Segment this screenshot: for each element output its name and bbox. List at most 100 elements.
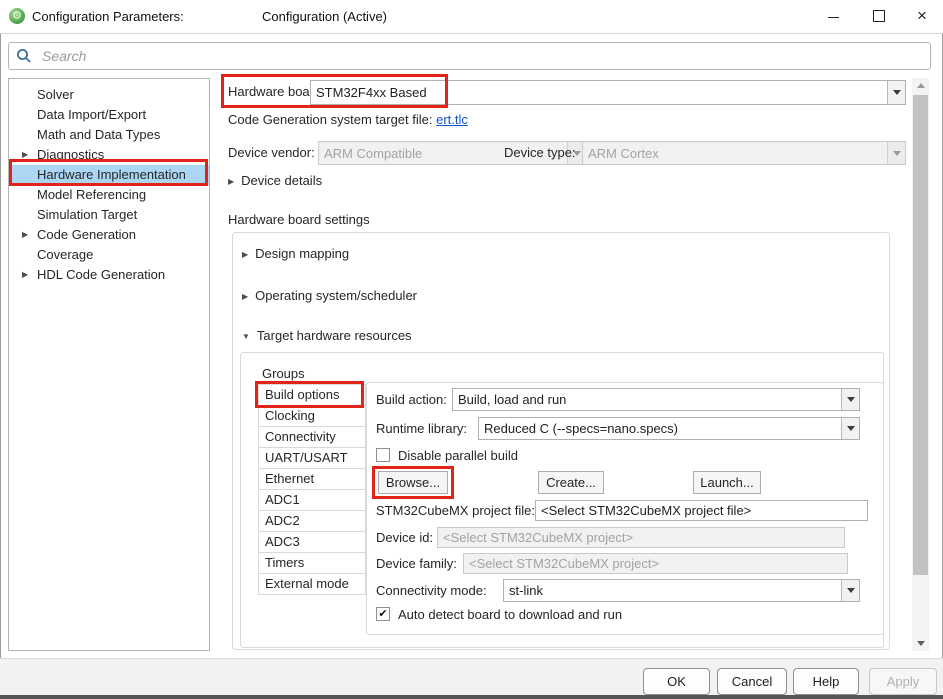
expand-arrow-icon[interactable]: ▶ bbox=[22, 225, 28, 245]
apply-button[interactable]: Apply bbox=[869, 668, 937, 695]
sidebar-item-code-generation[interactable]: ▶ Code Generation bbox=[9, 225, 209, 245]
dropdown-arrow-icon[interactable] bbox=[841, 389, 859, 410]
dropdown-arrow-icon bbox=[887, 142, 905, 164]
group-item-adc2[interactable]: ADC2 bbox=[259, 511, 365, 532]
design-mapping-expander[interactable]: ▶Design mapping bbox=[242, 246, 349, 261]
create-button[interactable]: Create... bbox=[538, 471, 604, 494]
group-item-connectivity[interactable]: Connectivity bbox=[259, 427, 365, 448]
vertical-scrollbar[interactable] bbox=[912, 78, 929, 651]
sidebar-item-model-referencing[interactable]: Model Referencing bbox=[9, 185, 209, 205]
search-input[interactable] bbox=[40, 47, 930, 65]
dropdown-arrow-icon[interactable] bbox=[841, 418, 859, 439]
target-file-line: Code Generation system target file: ert.… bbox=[228, 112, 468, 127]
maximize-icon bbox=[873, 10, 885, 22]
build-action-label: Build action: bbox=[376, 392, 447, 407]
group-item-timers[interactable]: Timers bbox=[259, 553, 365, 574]
sidebar-item-solver[interactable]: Solver bbox=[9, 85, 209, 105]
device-id-field: <Select STM32CubeMX project> bbox=[437, 527, 845, 548]
sidebar-item-diagnostics[interactable]: ▶ Diagnostics bbox=[9, 145, 209, 165]
search-icon bbox=[16, 48, 32, 64]
device-family-field: <Select STM32CubeMX project> bbox=[463, 553, 848, 574]
window-bottom-edge bbox=[0, 695, 943, 699]
sidebar-item-label: Math and Data Types bbox=[37, 127, 160, 142]
sidebar-item-label: Hardware Implementation bbox=[37, 167, 186, 182]
configuration-parameters-dialog: ⚙ Configuration Parameters: Configuratio… bbox=[0, 0, 943, 699]
dropdown-arrow-icon[interactable] bbox=[887, 81, 905, 104]
group-item-clocking[interactable]: Clocking bbox=[259, 406, 365, 427]
window-title-suffix: Configuration (Active) bbox=[262, 9, 387, 24]
expand-arrow-icon[interactable]: ▶ bbox=[22, 145, 28, 165]
device-type-label: Device type: bbox=[504, 145, 576, 160]
group-item-build-options[interactable]: Build options bbox=[259, 385, 365, 406]
connectivity-mode-label: Connectivity mode: bbox=[376, 583, 487, 598]
collapse-arrow-icon: ▼ bbox=[242, 332, 250, 341]
operating-system-scheduler-expander[interactable]: ▶Operating system/scheduler bbox=[242, 288, 417, 303]
project-file-label: STM32CubeMX project file: bbox=[376, 503, 535, 518]
sidebar-item-label: Diagnostics bbox=[37, 147, 104, 162]
sidebar-item-label: Code Generation bbox=[37, 227, 136, 242]
disable-parallel-build-label: Disable parallel build bbox=[398, 448, 518, 463]
sidebar-item-label: Model Referencing bbox=[37, 187, 146, 202]
sidebar-item-simulation-target[interactable]: Simulation Target bbox=[9, 205, 209, 225]
group-item-ethernet[interactable]: Ethernet bbox=[259, 469, 365, 490]
auto-detect-label: Auto detect board to download and run bbox=[398, 607, 622, 622]
maximize-button[interactable] bbox=[856, 0, 902, 32]
close-button[interactable]: × bbox=[902, 0, 942, 32]
scroll-up-icon bbox=[917, 83, 925, 88]
device-type-value: ARM Cortex bbox=[583, 146, 887, 161]
title-bar: ⚙ Configuration Parameters: Configuratio… bbox=[0, 0, 943, 34]
target-file-label: Code Generation system target file: bbox=[228, 112, 433, 127]
scroll-down-button[interactable] bbox=[912, 636, 929, 651]
sidebar-item-hdl-code-generation[interactable]: ▶ HDL Code Generation bbox=[9, 265, 209, 285]
sidebar-item-hardware-implementation[interactable]: Hardware Implementation bbox=[9, 165, 209, 185]
group-item-uart-usart[interactable]: UART/USART bbox=[259, 448, 365, 469]
project-file-input[interactable]: <Select STM32CubeMX project file> bbox=[535, 500, 868, 521]
hardware-board-settings-title: Hardware board settings bbox=[228, 212, 370, 227]
runtime-library-combo[interactable]: Reduced C (--specs=nano.specs) bbox=[478, 417, 860, 440]
device-family-label: Device family: bbox=[376, 556, 457, 571]
scroll-up-button[interactable] bbox=[912, 78, 929, 93]
disable-parallel-build-checkbox[interactable] bbox=[376, 448, 390, 462]
device-type-combo: ARM Cortex bbox=[582, 141, 906, 165]
help-button[interactable]: Help bbox=[793, 668, 859, 695]
device-details-expander[interactable]: ▶Device details bbox=[228, 173, 322, 188]
group-item-adc3[interactable]: ADC3 bbox=[259, 532, 365, 553]
sidebar-item-label: Coverage bbox=[37, 247, 93, 262]
device-vendor-label: Device vendor: bbox=[228, 145, 315, 160]
hardware-board-combo[interactable]: STM32F4xx Based bbox=[310, 80, 906, 105]
build-action-combo[interactable]: Build, load and run bbox=[452, 388, 860, 411]
dropdown-arrow-icon[interactable] bbox=[841, 580, 859, 601]
runtime-library-value: Reduced C (--specs=nano.specs) bbox=[479, 421, 841, 436]
target-file-link[interactable]: ert.tlc bbox=[436, 112, 468, 127]
launch-button[interactable]: Launch... bbox=[693, 471, 761, 494]
group-item-external-mode[interactable]: External mode bbox=[259, 574, 365, 594]
browse-button[interactable]: Browse... bbox=[378, 471, 448, 494]
checkmark-icon: ✔ bbox=[378, 608, 387, 620]
device-id-label: Device id: bbox=[376, 530, 433, 545]
groups-list: Build options Clocking Connectivity UART… bbox=[258, 384, 366, 595]
target-hardware-resources-expander[interactable]: ▼Target hardware resources bbox=[242, 328, 412, 343]
sidebar-item-data-import-export[interactable]: Data Import/Export bbox=[9, 105, 209, 125]
sidebar-item-label: Solver bbox=[37, 87, 74, 102]
expand-arrow-icon[interactable]: ▶ bbox=[22, 265, 28, 285]
cancel-button[interactable]: Cancel bbox=[717, 668, 787, 695]
scrollbar-thumb[interactable] bbox=[913, 95, 928, 575]
footer-bar: OK Cancel Help Apply bbox=[0, 658, 943, 696]
minimize-icon bbox=[828, 17, 839, 18]
connectivity-mode-value: st-link bbox=[504, 583, 841, 598]
sidebar-item-coverage[interactable]: Coverage bbox=[9, 245, 209, 265]
sidebar-item-label: HDL Code Generation bbox=[37, 267, 165, 282]
connectivity-mode-combo[interactable]: st-link bbox=[503, 579, 860, 602]
minimize-button[interactable] bbox=[810, 0, 856, 32]
sidebar-item-math-data-types[interactable]: Math and Data Types bbox=[9, 125, 209, 145]
simulink-gear-icon: ⚙ bbox=[9, 8, 25, 24]
group-item-adc1[interactable]: ADC1 bbox=[259, 490, 365, 511]
close-icon: × bbox=[917, 6, 927, 25]
auto-detect-checkbox[interactable]: ✔ bbox=[376, 607, 390, 621]
sidebar-item-label: Data Import/Export bbox=[37, 107, 146, 122]
build-action-value: Build, load and run bbox=[453, 392, 841, 407]
ok-button[interactable]: OK bbox=[643, 668, 710, 695]
sidebar-item-label: Simulation Target bbox=[37, 207, 137, 222]
sidebar-tree: Solver Data Import/Export Math and Data … bbox=[8, 78, 210, 651]
search-bar bbox=[8, 42, 931, 70]
